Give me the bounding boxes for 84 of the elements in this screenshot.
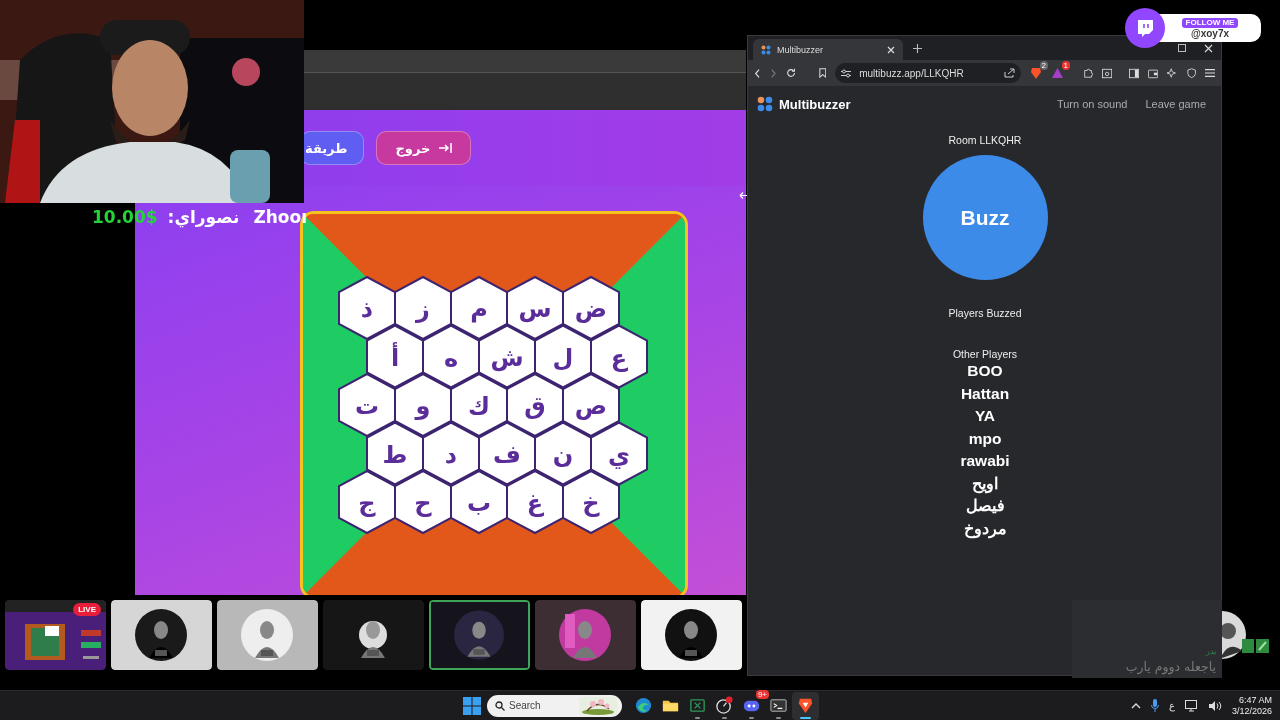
edge-icon [634,696,653,715]
player-name: YA [974,406,996,426]
letter-tile[interactable]: ك [450,372,508,438]
tune-icon [841,68,852,78]
browser-tab[interactable]: Multibuzzer [753,39,903,60]
player-name: Hattan [960,383,1010,404]
letter-tile[interactable]: ز [394,275,452,341]
player-name: اويح [972,473,998,495]
taskbar-app[interactable] [792,691,819,720]
letter-tile[interactable]: ذ [338,275,396,341]
dial-icon [715,696,734,715]
section-heading: Other Players [952,348,1018,360]
menu-icon[interactable] [1204,68,1215,78]
channel-handle: @xoy7x [1190,27,1230,39]
section-heading: Players Buzzed [948,307,1022,319]
share-icon[interactable] [1004,68,1015,78]
letter-tile[interactable]: ع [590,324,648,389]
terminal-icon [769,696,788,715]
exit-button[interactable]: خروج [376,131,472,165]
letter-tile[interactable]: ي [590,421,648,486]
follow-label: FOLLOW ME [1181,17,1239,28]
exit-icon [438,141,453,155]
letter-tile[interactable]: ل [534,324,592,389]
letter-tile[interactable]: ح [394,469,452,535]
microphone-icon[interactable] [1150,699,1159,712]
new-tab-icon[interactable] [913,43,922,53]
letter-tile[interactable]: د [422,421,480,486]
nav-link[interactable]: Turn on sound [1056,98,1128,110]
screenshot-icon[interactable] [1102,67,1113,79]
chevron-up-icon[interactable] [1130,702,1141,709]
letter-tile[interactable]: غ [506,469,564,535]
site-title: Multibuzzer [779,96,851,112]
maximize-icon[interactable] [1178,43,1186,52]
letter-tile[interactable]: ه [422,324,480,389]
player-name: mpo [968,428,1002,449]
chat-author: بدر [1206,647,1216,656]
sparkle-icon[interactable] [1167,67,1178,79]
close-icon[interactable] [1204,43,1213,53]
count-badge: 2 [1039,60,1048,70]
nav-link[interactable]: Leave game [1145,98,1206,110]
letter-tile[interactable]: و [394,372,452,438]
clock[interactable]: 6:47 AM 3/12/2026 [1231,694,1272,717]
letter-tile[interactable]: ن [534,421,592,486]
forward-icon[interactable] [769,67,777,79]
chat-bubble-icon [1135,18,1155,38]
input-language[interactable]: ع [1168,700,1175,711]
shield-icon[interactable] [1186,67,1196,79]
player-name: فيصل [965,496,1005,516]
windows-start-icon[interactable] [463,696,481,715]
player-name: مردوخ [963,518,1007,540]
notification-badge: 9+ [755,689,769,699]
app-logo-icon [761,44,771,55]
letter-tile[interactable]: م [450,275,508,341]
chat-message: ياجعله دووم يارب [1125,659,1216,674]
reload-icon[interactable] [785,67,796,79]
letter-tile[interactable]: خ [562,469,620,535]
lion-shield-icon [796,696,815,715]
letter-tile[interactable]: ج [338,469,396,535]
donor-name: نصوراي: [167,207,240,227]
bookmark-icon[interactable] [818,67,827,79]
letter-tile[interactable]: ب [450,469,508,535]
app-logo-icon [757,96,773,112]
letter-tile[interactable]: أ [366,324,424,389]
letter-tile[interactable]: ت [338,372,396,438]
puzzle-icon[interactable] [1083,67,1094,79]
lion-shield-icon[interactable] [1030,66,1042,80]
spreadsheet-icon [688,696,707,715]
network-icon[interactable] [1184,699,1198,712]
letter-tile[interactable]: ض [562,275,620,341]
voice-status-icon [1242,639,1269,653]
count-badge: 1 [1061,61,1070,70]
live-badge: LIVE [73,603,101,616]
letter-tile[interactable]: ص [562,372,620,438]
donation-name: Zhooı [253,207,308,227]
address-bar[interactable]: multibuzz.app/LLKQHR [835,63,1021,83]
volume-icon[interactable] [1207,699,1222,712]
close-icon[interactable] [887,45,895,54]
wallet-icon[interactable] [1148,67,1159,79]
room-code: Room LLKQHR [948,134,1022,146]
sidebar-icon[interactable] [1129,67,1140,79]
player-name: rawabi [960,451,1010,471]
player-name: BOO [967,361,1003,381]
back-icon[interactable] [754,67,761,79]
search-icon [495,700,505,711]
